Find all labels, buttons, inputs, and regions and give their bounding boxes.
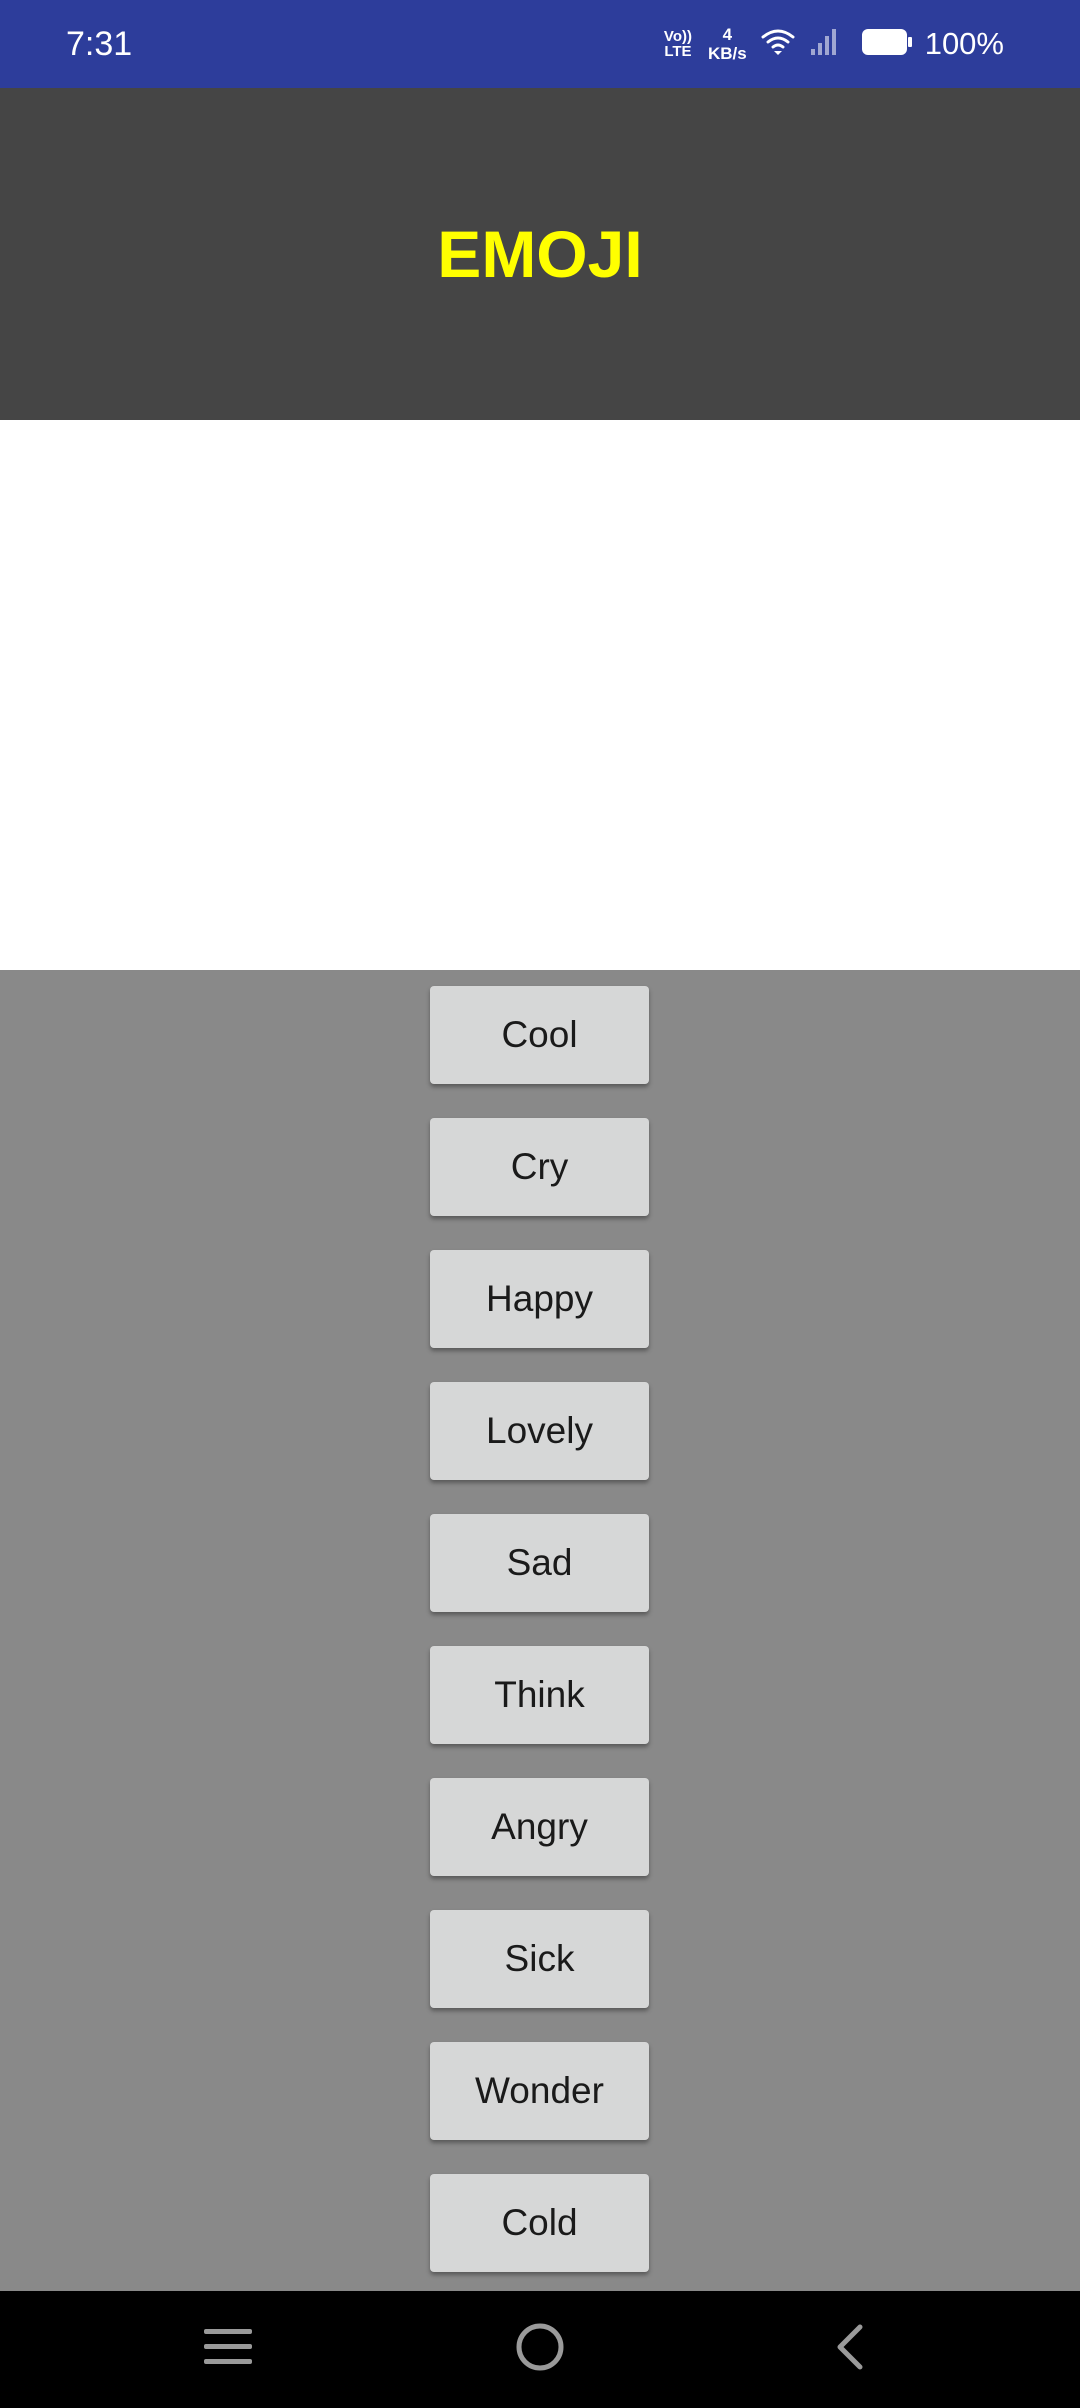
- battery-icon: [861, 28, 913, 61]
- network-speed-unit: KB/s: [707, 44, 747, 63]
- navigation-bar: [0, 2291, 1080, 2408]
- think-button[interactable]: Think: [430, 1646, 649, 1744]
- sad-button[interactable]: Sad: [430, 1514, 649, 1612]
- emoji-display-area: [0, 420, 1080, 970]
- sick-button[interactable]: Sick: [430, 1910, 649, 2008]
- recents-button[interactable]: [168, 2291, 288, 2408]
- back-icon: [830, 2323, 870, 2376]
- cool-button[interactable]: Cool: [430, 986, 649, 1084]
- wonder-button[interactable]: Wonder: [430, 2042, 649, 2140]
- page-title: EMOJI: [437, 217, 643, 291]
- app-screen: 7:31 Vo)) LTE 4 KB/s 100% EMOJI Cool Cry…: [0, 0, 1080, 2408]
- cold-button[interactable]: Cold: [430, 2174, 649, 2272]
- angry-button[interactable]: Angry: [430, 1778, 649, 1876]
- app-header: EMOJI: [0, 88, 1080, 420]
- home-button[interactable]: [480, 2291, 600, 2408]
- volte-top-label: Vo)): [663, 28, 692, 45]
- emoji-button-panel: Cool Cry Happy Lovely Sad Think Angry Si…: [0, 970, 1080, 2291]
- lovely-button[interactable]: Lovely: [430, 1382, 649, 1480]
- volte-bottom-label: LTE: [664, 43, 692, 60]
- network-speed: 4 KB/s: [708, 25, 747, 63]
- status-time: 7:31: [66, 25, 133, 63]
- network-speed-value: 4: [722, 25, 733, 44]
- status-icons: Vo)) LTE 4 KB/s 100%: [664, 0, 1004, 88]
- back-button[interactable]: [790, 2291, 910, 2408]
- signal-icon: [809, 27, 839, 62]
- volte-indicator: Vo)) LTE: [664, 29, 692, 59]
- battery-percent: 100%: [924, 26, 1004, 61]
- wifi-icon: [761, 27, 795, 62]
- happy-button[interactable]: Happy: [430, 1250, 649, 1348]
- home-icon: [514, 2321, 566, 2378]
- cry-button[interactable]: Cry: [430, 1118, 649, 1216]
- menu-icon: [202, 2325, 254, 2374]
- status-bar: 7:31 Vo)) LTE 4 KB/s 100%: [0, 0, 1080, 88]
